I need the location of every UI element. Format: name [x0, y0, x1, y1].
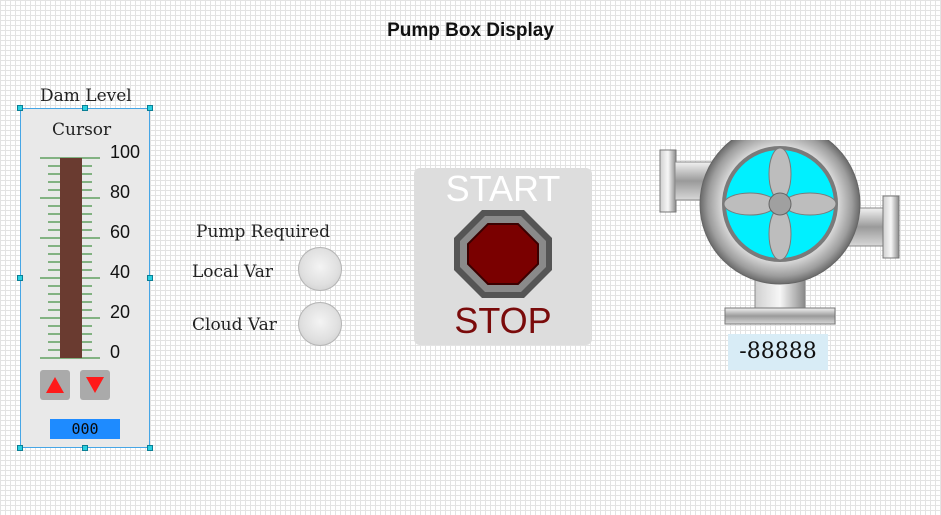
up-arrow-icon	[46, 377, 64, 393]
resize-handle-top-left[interactable]	[17, 105, 23, 111]
dam-level-bar	[60, 158, 82, 358]
scale-label-20: 20	[110, 302, 131, 322]
scale-label-0: 0	[110, 342, 121, 362]
down-arrow-icon	[86, 377, 104, 393]
cursor-label: Cursor	[52, 120, 112, 140]
level-up-button[interactable]	[40, 370, 70, 400]
resize-handle-left[interactable]	[17, 275, 23, 281]
scale-label-80: 80	[110, 182, 131, 202]
centrifugal-pump-icon[interactable]	[655, 140, 905, 330]
pump-required-label: Pump Required	[196, 222, 330, 242]
dam-level-value: 000	[50, 419, 120, 439]
resize-handle-bottom-right[interactable]	[147, 445, 153, 451]
pump-readout: -88888	[728, 334, 828, 370]
dam-level-label: Dam Level	[40, 86, 132, 106]
local-var-indicator	[298, 247, 342, 291]
cloud-var-label: Cloud Var	[192, 315, 277, 335]
local-var-label: Local Var	[192, 262, 273, 282]
scale-label-100: 100	[110, 142, 141, 162]
scale-label-60: 60	[110, 222, 131, 242]
stop-label: STOP	[454, 300, 552, 341]
resize-handle-top-right[interactable]	[147, 105, 153, 111]
scale-label-40: 40	[110, 262, 131, 282]
octagon-stop-icon[interactable]	[452, 208, 554, 300]
resize-handle-bottom[interactable]	[82, 445, 88, 451]
resize-handle-top[interactable]	[82, 105, 88, 111]
start-label: START	[445, 168, 561, 209]
cloud-var-indicator	[298, 302, 342, 346]
level-down-button[interactable]	[80, 370, 110, 400]
page-title: Pump Box Display	[387, 20, 554, 41]
resize-handle-right[interactable]	[147, 275, 153, 281]
resize-handle-bottom-left[interactable]	[17, 445, 23, 451]
